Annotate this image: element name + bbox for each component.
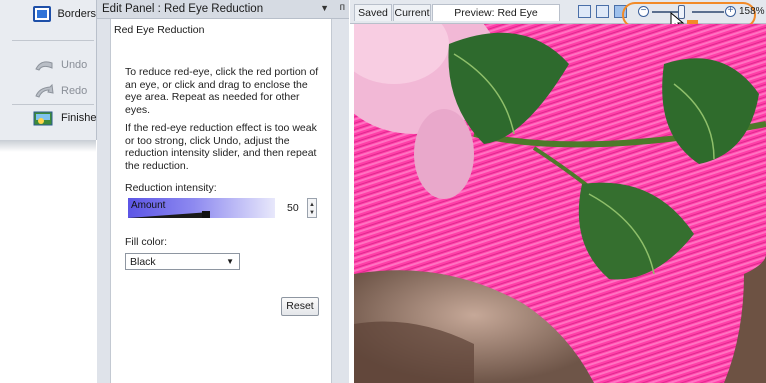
fill-color-value: Black xyxy=(130,256,156,268)
zoom-percent: 158% xyxy=(739,6,765,17)
redo-icon xyxy=(33,82,55,100)
fill-color-select[interactable]: Black ▼ xyxy=(125,253,240,270)
zoom-out-icon[interactable]: − xyxy=(638,6,649,17)
spin-up-icon[interactable]: ▲ xyxy=(309,202,315,208)
chevron-down-icon: ▼ xyxy=(226,257,234,266)
tab-preview[interactable]: Preview: Red Eye Reduction xyxy=(432,4,560,36)
undo-button[interactable]: Undo xyxy=(0,53,96,77)
amount-value: 50 xyxy=(287,202,299,214)
amount-label: Amount xyxy=(131,200,166,211)
photo-image xyxy=(354,24,766,383)
amount-slider[interactable]: Amount xyxy=(128,198,275,218)
panel-pin-icon[interactable]: ᴨ xyxy=(340,2,345,13)
amount-spinner[interactable]: ▲ ▼ xyxy=(307,198,317,218)
fill-color-label: Fill color: xyxy=(125,236,168,248)
finished-button[interactable]: Finished xyxy=(0,106,103,130)
left-toolbar: Borders Undo Redo Finished xyxy=(0,0,103,140)
actual-size-icon[interactable] xyxy=(578,5,591,18)
undo-icon xyxy=(33,56,55,74)
undo-label: Undo xyxy=(61,59,88,71)
zoom-in-icon[interactable]: + xyxy=(725,6,736,17)
redo-label: Redo xyxy=(61,85,88,97)
slider-ramp xyxy=(128,212,210,218)
tab-current[interactable]: Current xyxy=(393,4,431,21)
borders-button[interactable]: Borders xyxy=(0,2,96,26)
toolbar-divider xyxy=(12,40,94,41)
finished-icon xyxy=(33,109,55,127)
edit-panel-title: Edit Panel : Red Eye Reduction xyxy=(102,3,264,15)
redo-button[interactable]: Redo xyxy=(0,79,96,103)
zoom-slider-track[interactable] xyxy=(692,11,724,13)
borders-label: Borders xyxy=(57,8,96,20)
photo-preview[interactable] xyxy=(354,24,766,383)
fit-window-icon[interactable] xyxy=(596,5,609,18)
toolbar-divider xyxy=(12,104,94,105)
slider-thumb[interactable] xyxy=(202,211,210,218)
edit-panel-header: Edit Panel : Red Eye Reduction ▼ ᴨ xyxy=(97,0,349,19)
instructions-text: To reduce red-eye, click the red portion… xyxy=(125,66,319,116)
tab-saved[interactable]: Saved xyxy=(354,4,392,21)
reduction-intensity-label: Reduction intensity: xyxy=(125,182,217,194)
toolbar-shadow xyxy=(0,140,96,152)
panel-menu-icon[interactable]: ▼ xyxy=(320,3,329,13)
help-text: If the red-eye reduction effect is too w… xyxy=(125,122,317,172)
section-title: Red Eye Reduction xyxy=(114,24,205,36)
borders-icon xyxy=(33,6,52,22)
spin-down-icon[interactable]: ▼ xyxy=(309,210,315,216)
edit-panel-body: Red Eye Reduction To reduce red-eye, cli… xyxy=(110,19,332,383)
reset-button[interactable]: Reset xyxy=(281,297,319,316)
